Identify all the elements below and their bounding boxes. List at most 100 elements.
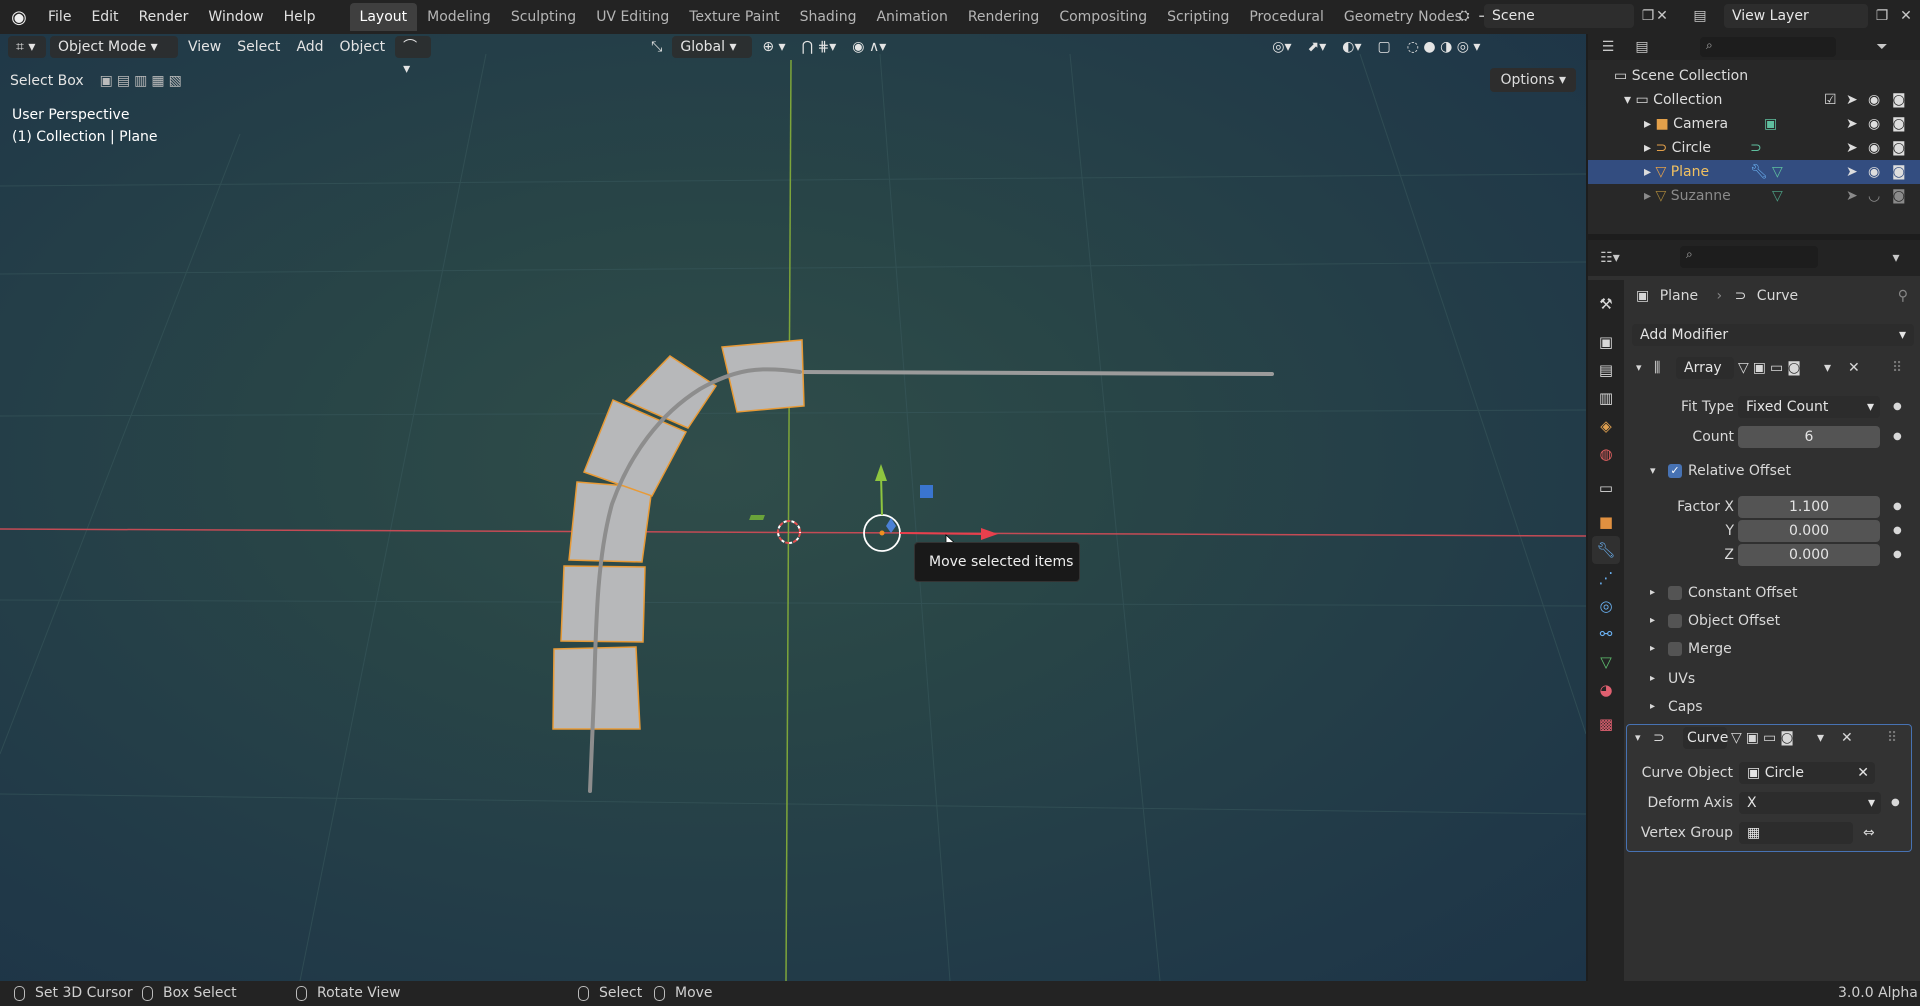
drag-handle-icon[interactable]: ⠿ (1887, 727, 1897, 749)
visibility-icon[interactable]: ◎▾ (1264, 36, 1299, 58)
collection-eye-icon[interactable]: ◉ (1868, 88, 1880, 112)
transform-orientation-icon[interactable]: ⤡ (643, 36, 670, 58)
camera-render-icon[interactable]: ◙ (1892, 112, 1906, 136)
physics-tab-icon[interactable]: ◎ (1592, 592, 1620, 620)
keyframe-dot-icon[interactable]: ● (1893, 496, 1902, 518)
proportional-edit-icon[interactable]: ◉ ∧▾ (844, 36, 894, 58)
tab-modeling[interactable]: Modeling (417, 3, 501, 31)
uvs-arrow-icon[interactable]: ▸ (1650, 668, 1655, 690)
tab-texture-paint[interactable]: Texture Paint (679, 3, 789, 31)
outliner-item-suzanne[interactable]: ▸ ▽ Suzanne ▽ ➤ ◡ ◙ (1588, 184, 1920, 208)
camera-select-icon[interactable]: ➤ (1846, 112, 1858, 136)
fit-type-dropdown[interactable]: Fixed Count ▾ (1738, 396, 1880, 418)
snap-icon[interactable]: ⋂ ⋕▾ (794, 36, 845, 58)
editor-type-icon[interactable]: ⌗ ▾ (8, 36, 46, 58)
object-tab-icon[interactable]: ■ (1592, 508, 1620, 536)
properties-search-input[interactable]: ⌕ (1680, 246, 1818, 268)
tab-animation[interactable]: Animation (866, 3, 957, 31)
menu-render[interactable]: Render (129, 0, 199, 34)
curve-display-toggles-icon[interactable]: ▽▣▭◙ (1731, 727, 1798, 749)
shading-modes-icon[interactable]: ◌ ● ◑ ◎ ▾ (1399, 36, 1489, 58)
view-layer-icon[interactable]: ▤ (1688, 4, 1712, 28)
uvs-subpanel[interactable]: UVs (1668, 668, 1695, 690)
select-mode-icons[interactable]: ▣▤▥▦▧ (92, 70, 194, 92)
invert-vertex-group-icon[interactable]: ⇔ (1863, 822, 1875, 844)
tab-uv-editing[interactable]: UV Editing (586, 3, 679, 31)
relative-offset-checkbox[interactable]: ✓ (1668, 464, 1682, 478)
tab-layout[interactable]: Layout (349, 3, 418, 31)
options-dropdown[interactable]: Options ▾ (1490, 68, 1576, 92)
xray-toggle-icon[interactable]: ▢ (1370, 36, 1399, 58)
view-layer-selector[interactable]: View Layer (1724, 4, 1868, 28)
gpencil-icon[interactable]: ⌒ ▾ (395, 36, 432, 77)
overlay-toggle-icon[interactable]: ◐▾ (1334, 36, 1369, 58)
merge-arrow-icon[interactable]: ▸ (1650, 638, 1655, 660)
tab-sculpting[interactable]: Sculpting (501, 3, 586, 31)
merge-checkbox[interactable] (1668, 642, 1682, 656)
collapse-arrow-icon[interactable]: ▾ (1636, 356, 1642, 380)
tab-procedural[interactable]: Procedural (1239, 3, 1334, 31)
pin-icon[interactable]: ⚲ (1898, 284, 1908, 308)
constant-offset-checkbox[interactable] (1668, 586, 1682, 600)
outliner-search-input[interactable]: ⌕ (1700, 37, 1836, 57)
menu-view[interactable]: View (180, 36, 229, 58)
plane-select-icon[interactable]: ➤ (1846, 160, 1858, 184)
tool-tab-icon[interactable]: ⚒ (1592, 290, 1620, 318)
object-offset-checkbox[interactable] (1668, 614, 1682, 628)
caps-subpanel[interactable]: Caps (1668, 696, 1703, 718)
world-tab-icon[interactable]: ◍ (1592, 440, 1620, 468)
outliner-item-camera[interactable]: ▸ ■ Camera ▣ ➤ ◉ ◙ (1588, 112, 1920, 136)
tab-scripting[interactable]: Scripting (1157, 3, 1239, 31)
curve-remove-icon[interactable]: ✕ (1841, 727, 1853, 749)
suzanne-select-icon[interactable]: ➤ (1846, 184, 1858, 208)
plane-eye-icon[interactable]: ◉ (1868, 160, 1880, 184)
count-field[interactable]: 6 (1738, 426, 1880, 448)
constraints-tab-icon[interactable]: ⚯ (1592, 620, 1620, 648)
menu-file[interactable]: File (38, 0, 81, 34)
factor-x-field[interactable]: 1.100 (1738, 496, 1880, 518)
constant-offset-arrow-icon[interactable]: ▸ (1650, 582, 1655, 604)
output-tab-icon[interactable]: ▤ (1592, 356, 1620, 384)
scene-icon[interactable]: ⛭ (1452, 4, 1476, 28)
object-offset-arrow-icon[interactable]: ▸ (1650, 610, 1655, 632)
collapse-arrow-icon[interactable]: ▾ (1635, 727, 1641, 749)
camera-eye-icon[interactable]: ◉ (1868, 112, 1880, 136)
array-remove-icon[interactable]: ✕ (1848, 356, 1860, 380)
menu-object[interactable]: Object (332, 36, 394, 58)
drag-handle-icon[interactable]: ⠿ (1892, 356, 1902, 380)
move-gizmo[interactable] (749, 464, 998, 552)
collection-select-icon[interactable]: ➤ (1846, 88, 1858, 112)
view-layer-copy-icon[interactable]: ❐ (1870, 4, 1894, 28)
outliner-collection[interactable]: ▾ ▭ Collection ☑ ➤ ◉ ◙ (1588, 88, 1920, 112)
filter-icon[interactable]: ⏷ (1870, 35, 1894, 59)
keyframe-dot-icon[interactable]: ● (1891, 792, 1900, 814)
particles-tab-icon[interactable]: ⋰ (1592, 564, 1620, 592)
scene-close-icon[interactable]: ✕ (1650, 4, 1674, 28)
circle-select-icon[interactable]: ➤ (1846, 136, 1858, 160)
outliner-editor-icon[interactable]: ☰ (1596, 35, 1620, 59)
pivot-icon[interactable]: ⊕ ▾ (754, 36, 793, 58)
array-menu-icon[interactable]: ▾ (1824, 356, 1831, 380)
view-layer-close-icon[interactable]: ✕ (1894, 4, 1918, 28)
menu-edit[interactable]: Edit (81, 0, 128, 34)
factor-y-field[interactable]: 0.000 (1738, 520, 1880, 542)
collection-exclude-checkbox[interactable]: ☑ (1824, 88, 1837, 112)
menu-select[interactable]: Select (229, 36, 288, 58)
plane-render-icon[interactable]: ◙ (1892, 160, 1906, 184)
properties-editor-icon[interactable]: ☷▾ (1598, 246, 1622, 270)
view-layer-tab-icon[interactable]: ▥ (1592, 384, 1620, 412)
texture-tab-icon[interactable]: ▩ (1592, 710, 1620, 738)
outliner-scene-collection[interactable]: ▭ Scene Collection (1588, 64, 1920, 88)
blender-logo-icon[interactable]: ◉ (0, 0, 38, 34)
menu-help[interactable]: Help (274, 0, 326, 34)
outliner-item-plane[interactable]: ▸ ▽ Plane 🔧︎ ▽ ➤ ◉ ◙ (1588, 160, 1920, 184)
material-tab-icon[interactable]: ◕ (1592, 676, 1620, 704)
collection-camera-icon[interactable]: ◙ (1892, 88, 1906, 112)
scene-selector[interactable]: Scene (1484, 4, 1634, 28)
menu-window[interactable]: Window (198, 0, 273, 34)
3d-viewport[interactable]: ⌗ ▾ Object Mode ▾ View Select Add Object… (0, 34, 1586, 981)
curve-object-field[interactable]: ▣ Circle ✕ (1739, 762, 1875, 784)
vertex-group-field[interactable]: ▦ (1739, 822, 1853, 844)
mode-selector[interactable]: Object Mode ▾ (50, 36, 178, 58)
tab-rendering[interactable]: Rendering (958, 3, 1050, 31)
